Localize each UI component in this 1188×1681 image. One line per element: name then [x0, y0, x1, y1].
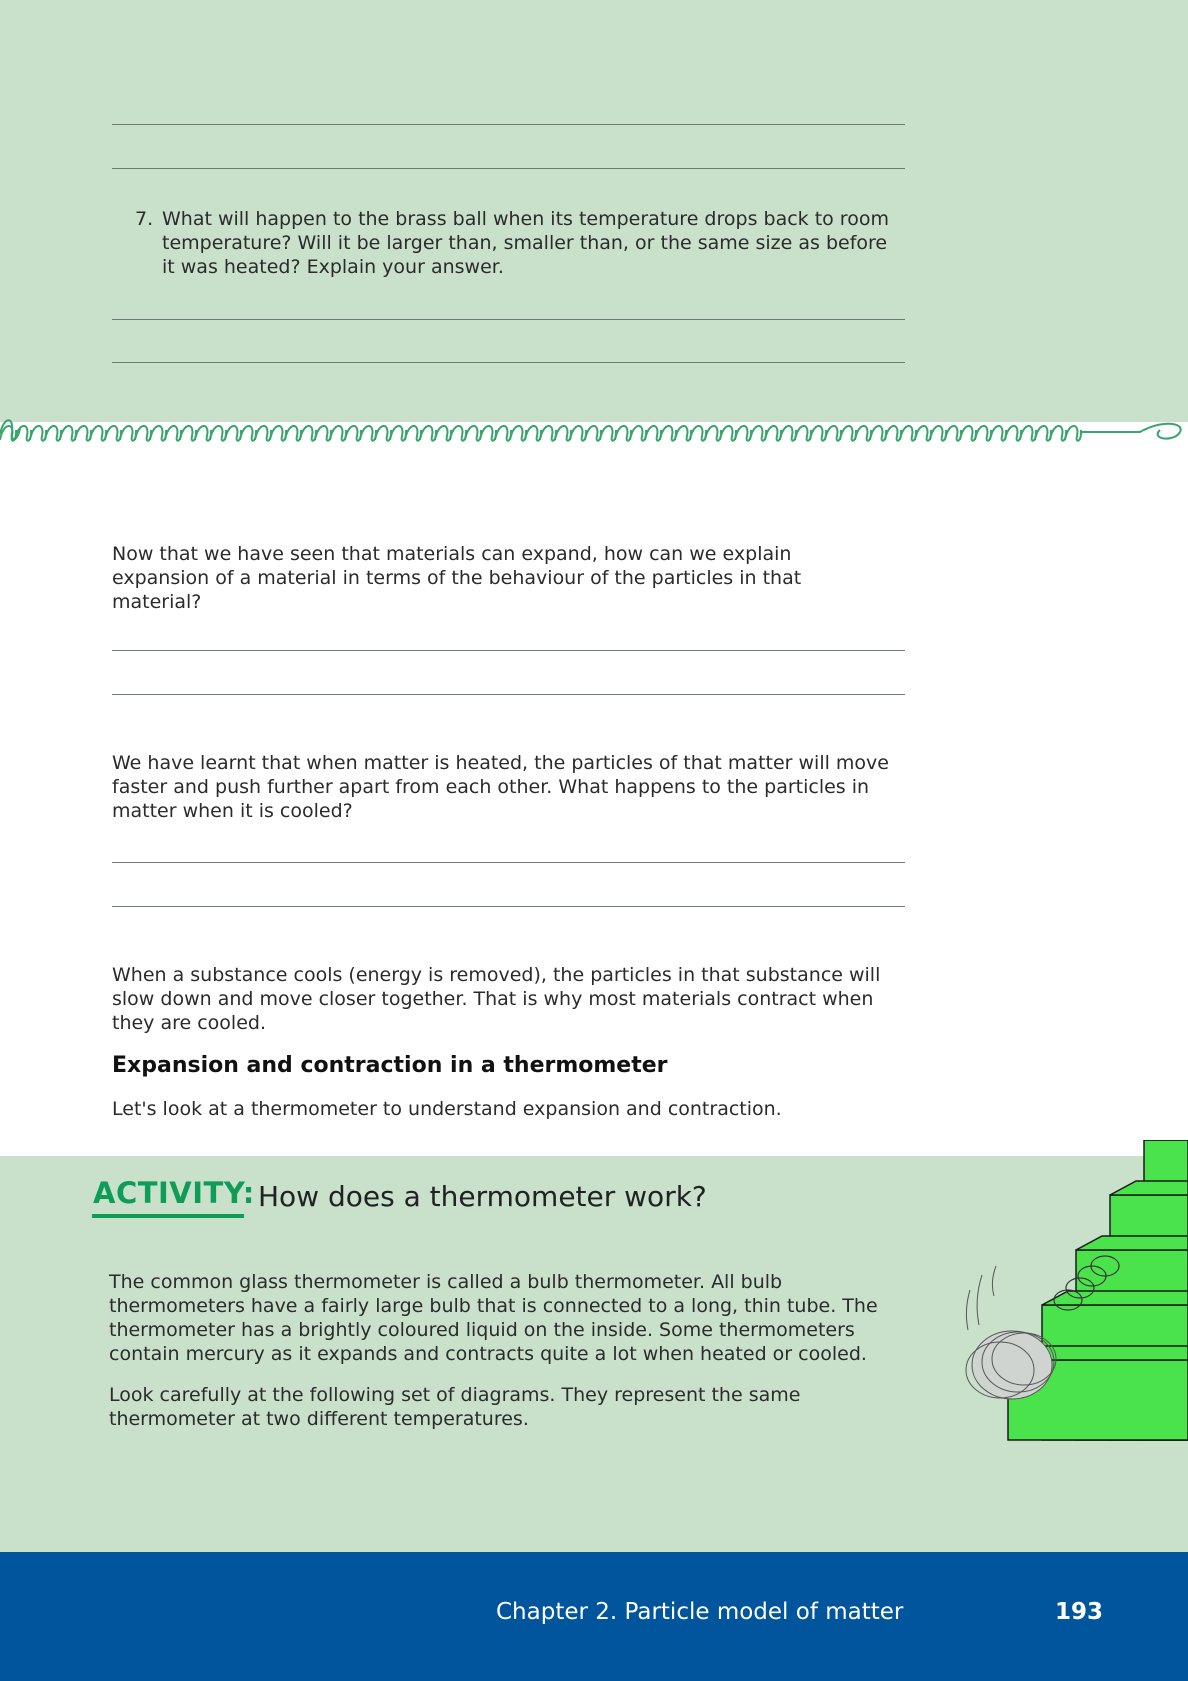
page-number: 193	[1055, 1599, 1104, 1625]
paragraph: We have learnt that when matter is heate…	[112, 752, 889, 822]
activity-paragraph: The common glass thermometer is called a…	[109, 1271, 878, 1365]
answer-line[interactable]	[112, 168, 905, 169]
activity-title: How does a thermometer work?	[258, 1180, 707, 1213]
activity-label: ACTIVITY:	[93, 1176, 255, 1210]
answer-line[interactable]	[112, 362, 905, 363]
question-text: What will happen to the brass ball when …	[162, 208, 889, 278]
footer-chapter-title: Chapter 2. Particle model of matter	[496, 1599, 904, 1625]
question-number: 7.	[135, 208, 154, 230]
answer-line[interactable]	[112, 906, 905, 907]
answer-line[interactable]	[112, 124, 905, 125]
answer-line[interactable]	[112, 862, 905, 863]
answer-line[interactable]	[112, 319, 905, 320]
paragraph: Now that we have seen that materials can…	[112, 543, 802, 613]
slinky-on-stairs-illustration	[965, 1140, 1188, 1441]
activity-paragraph: Look carefully at the following set of d…	[109, 1384, 801, 1430]
section-intro: Let's look at a thermometer to understan…	[112, 1098, 782, 1120]
section-heading: Expansion and contraction in a thermomet…	[112, 1053, 668, 1078]
paragraph: When a substance cools (energy is remove…	[112, 964, 881, 1034]
answer-line[interactable]	[112, 694, 905, 695]
spring-border-decoration	[0, 419, 1188, 446]
answer-line[interactable]	[112, 650, 905, 651]
activity-underline	[92, 1214, 244, 1218]
